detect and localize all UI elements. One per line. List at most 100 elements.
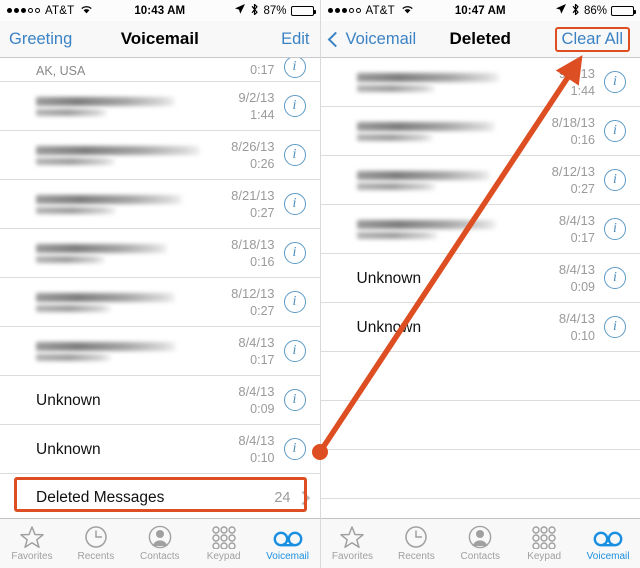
tab-voicemail[interactable]: Voicemail — [256, 519, 320, 568]
info-button[interactable]: i — [284, 291, 306, 313]
row-content — [36, 97, 238, 116]
voicemail-row[interactable]: 8/18/13 0:16 i — [0, 229, 320, 278]
clear-all-button[interactable]: Clear All — [555, 21, 630, 57]
edit-button-label: Edit — [281, 30, 309, 49]
tab-contacts[interactable]: Contacts — [448, 519, 512, 568]
info-button[interactable]: i — [284, 438, 306, 460]
caller-name: Unknown — [357, 319, 559, 336]
deleted-messages-row[interactable]: Deleted Messages 24 — [0, 474, 320, 518]
voicemail-row[interactable]: 8/4/13 0:17 i — [0, 327, 320, 376]
edit-button[interactable]: Edit — [281, 21, 309, 57]
voicemail-row[interactable]: 8/21/13 0:27 i — [0, 180, 320, 229]
info-button[interactable]: i — [284, 144, 306, 166]
voicemail-duration: 0:26 — [231, 156, 274, 172]
tab-label: Recents — [398, 551, 435, 562]
info-button[interactable]: i — [284, 389, 306, 411]
voicemail-duration: 0:10 — [238, 450, 274, 466]
voicemail-duration: 1:44 — [238, 107, 274, 123]
info-button[interactable]: i — [604, 120, 626, 142]
battery-icon — [611, 6, 634, 16]
voicemail-date: 8/4/13 — [238, 384, 274, 400]
star-icon — [19, 525, 45, 549]
voicemail-row[interactable]: Unknown 8/4/13 0:10 i — [321, 303, 640, 352]
voicemail-date: 8/18/13 — [231, 237, 274, 253]
row-meta: 8/26/13 0:26 — [231, 139, 283, 172]
voicemail-date: 9/2/13 — [238, 90, 274, 106]
voicemail-date: 8/4/13 — [238, 433, 274, 449]
info-button[interactable]: i — [284, 95, 306, 117]
info-button[interactable]: i — [284, 242, 306, 264]
info-button[interactable]: i — [284, 193, 306, 215]
voicemail-duration: 0:27 — [231, 205, 274, 221]
voicemail-row[interactable]: 8/12/13 0:27 i — [0, 278, 320, 327]
info-button[interactable]: i — [604, 267, 626, 289]
row-meta: 8/12/13 0:27 — [231, 286, 283, 319]
row-meta: 8/4/13 0:17 — [238, 335, 283, 368]
deleted-messages-label: Deleted Messages — [36, 489, 274, 507]
redacted-caller-name — [357, 171, 490, 180]
redacted-caller-name — [36, 146, 200, 155]
left-phone-screen: AT&T 10:43 AM 87% Greeting Voicemail Edi… — [0, 0, 320, 568]
voicemail-row[interactable]: 9/2/13 1:44 i — [0, 82, 320, 131]
voicemail-list[interactable]: AK, USA 0:17 i 9/2/13 1:44 i 8/26/13 0:26 i 8/21/… — [0, 58, 320, 518]
redacted-caller-location — [36, 256, 105, 263]
tab-keypad[interactable]: Keypad — [512, 519, 576, 568]
row-meta: 8/4/13 0:09 — [559, 262, 604, 295]
redacted-caller-location — [36, 109, 107, 116]
tab-bar-right[interactable]: Favorites Recents Contacts Keypad Voicemail — [321, 518, 640, 568]
status-bar-right: AT&T 10:47 AM 86% — [321, 0, 640, 21]
empty-list-row — [321, 401, 640, 450]
voicemail-row[interactable]: 8/4/13 0:17 i — [321, 205, 640, 254]
voicemail-row[interactable]: Unknown 8/4/13 0:09 i — [321, 254, 640, 303]
tab-keypad[interactable]: Keypad — [192, 519, 256, 568]
tab-bar-left[interactable]: Favorites Recents Contacts Keypad Voicemail — [0, 518, 320, 568]
voicemail-row[interactable]: Unknown 8/4/13 0:09 i — [0, 376, 320, 425]
status-time-right: 10:47 AM — [321, 5, 640, 17]
voicemail-date: 9/2/13 — [559, 66, 595, 82]
voicemail-date: 8/18/13 — [552, 115, 595, 131]
tab-label: Keypad — [527, 551, 561, 562]
info-button[interactable]: i — [284, 58, 306, 78]
info-button[interactable]: i — [604, 169, 626, 191]
row-content — [36, 293, 231, 312]
voicemail-row[interactable]: 8/26/13 0:26 i — [0, 131, 320, 180]
redacted-caller-location — [36, 305, 111, 312]
info-button[interactable]: i — [604, 218, 626, 240]
row-content: Unknown — [36, 441, 238, 458]
page-title-left: Voicemail — [0, 21, 320, 57]
row-content: Unknown — [36, 392, 238, 409]
voicemail-row[interactable]: AK, USA 0:17 i — [0, 58, 320, 82]
tab-recents[interactable]: Recents — [384, 519, 448, 568]
voicemail-duration: 0:16 — [231, 254, 274, 270]
voicemail-duration: 1:44 — [559, 83, 595, 99]
redacted-caller-name — [36, 342, 176, 351]
info-button[interactable]: i — [284, 340, 306, 362]
info-button[interactable]: i — [604, 316, 626, 338]
row-content: AK, USA — [36, 64, 250, 78]
tab-voicemail[interactable]: Voicemail — [576, 519, 640, 568]
redacted-caller-location — [357, 232, 438, 239]
voicemail-duration: 0:17 — [559, 230, 595, 246]
tab-label: Contacts — [140, 551, 179, 562]
row-content — [357, 122, 552, 141]
voicemail-duration: 0:16 — [552, 132, 595, 148]
redacted-caller-name — [357, 122, 495, 131]
row-content: Unknown — [357, 270, 559, 287]
info-button[interactable]: i — [604, 71, 626, 93]
tab-favorites[interactable]: Favorites — [321, 519, 385, 568]
voicemail-row[interactable]: 9/2/13 1:44 i — [321, 58, 640, 107]
voicemail-date: 8/12/13 — [231, 286, 274, 302]
deleted-voicemail-list[interactable]: 9/2/13 1:44 i 8/18/13 0:16 i 8/12/13 0:27 i 8/4/1… — [321, 58, 640, 518]
tab-contacts[interactable]: Contacts — [128, 519, 192, 568]
row-content — [357, 220, 559, 239]
voicemail-row[interactable]: Unknown 8/4/13 0:10 i — [0, 425, 320, 474]
voicemail-row[interactable]: 8/12/13 0:27 i — [321, 156, 640, 205]
voicemail-duration: 0:09 — [238, 401, 274, 417]
person-icon — [468, 525, 492, 549]
row-content — [357, 171, 552, 190]
row-content: Unknown — [357, 319, 559, 336]
tab-label: Recents — [78, 551, 115, 562]
tab-favorites[interactable]: Favorites — [0, 519, 64, 568]
tab-recents[interactable]: Recents — [64, 519, 128, 568]
voicemail-row[interactable]: 8/18/13 0:16 i — [321, 107, 640, 156]
